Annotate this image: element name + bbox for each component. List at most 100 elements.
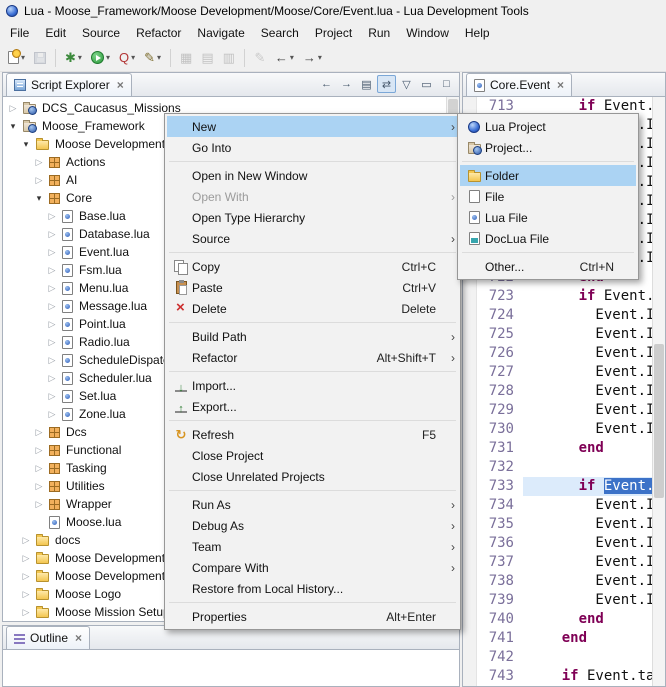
- collapse-all-icon[interactable]: ▤: [357, 75, 376, 93]
- collapsed-twistie-icon[interactable]: ▷: [46, 391, 58, 402]
- collapsed-twistie-icon[interactable]: ▷: [33, 463, 45, 474]
- annotation-ruler[interactable]: [463, 382, 477, 401]
- back-history-button[interactable]: ←▾: [271, 47, 298, 69]
- context-menu-item-delete[interactable]: DeleteDelete: [167, 298, 458, 319]
- menubar-item-edit[interactable]: Edit: [37, 24, 74, 42]
- annotation-ruler[interactable]: [463, 534, 477, 553]
- code-line[interactable]: 724 Event.IniDCSUnit = Event.initiator: [463, 306, 652, 325]
- context-menu-item-paste[interactable]: PasteCtrl+V: [167, 277, 458, 298]
- collapsed-twistie-icon[interactable]: ▷: [20, 535, 32, 546]
- collapsed-twistie-icon[interactable]: ▷: [20, 589, 32, 600]
- code-line[interactable]: 743 if Event.target ~= nil then: [463, 667, 652, 686]
- code-text[interactable]: Event.IniCategory = Unit.Category.STRUCT…: [523, 382, 652, 401]
- annotation-ruler[interactable]: [463, 629, 477, 648]
- code-text[interactable]: Event.IniTypeName = Event.IniDCSUnit:get…: [523, 401, 652, 420]
- menubar-item-refactor[interactable]: Refactor: [128, 24, 189, 42]
- submenu-item-project[interactable]: Project...: [460, 137, 636, 158]
- annotation-ruler[interactable]: [463, 306, 477, 325]
- annotation-ruler[interactable]: [463, 363, 477, 382]
- collapsed-twistie-icon[interactable]: ▷: [46, 247, 58, 258]
- collapsed-twistie-icon[interactable]: ▷: [46, 319, 58, 330]
- code-text[interactable]: if Event.target ~= nil then: [523, 667, 652, 686]
- submenu-item-lua-project[interactable]: Lua Project: [460, 116, 636, 137]
- editor-scrollbar[interactable]: [652, 97, 665, 686]
- maximize-icon[interactable]: □: [437, 75, 456, 93]
- forward-history-button[interactable]: →▾: [299, 47, 326, 69]
- collapsed-twistie-icon[interactable]: ▷: [46, 409, 58, 420]
- context-menu-item-compare-with[interactable]: Compare With›: [167, 557, 458, 578]
- code-text[interactable]: Event.IniUnitName = Event.IniDCSUnitName: [523, 344, 652, 363]
- code-text[interactable]: Event.IniDCSUnitName = Event.IniDCSUnit:…: [523, 325, 652, 344]
- code-line[interactable]: 740 end: [463, 610, 652, 629]
- collapsed-twistie-icon[interactable]: ▷: [33, 481, 45, 492]
- context-menu-item-restore-from-local-history[interactable]: Restore from Local History...: [167, 578, 458, 599]
- expanded-twistie-icon[interactable]: ▾: [33, 193, 45, 204]
- context-menu-item-open-in-new-window[interactable]: Open in New Window: [167, 165, 458, 186]
- submenu-item-other[interactable]: Other...Ctrl+N: [460, 256, 636, 277]
- context-menu-item-refresh[interactable]: RefreshF5: [167, 424, 458, 445]
- annotation-ruler[interactable]: [463, 458, 477, 477]
- annotation-ruler[interactable]: [463, 344, 477, 363]
- menubar-item-window[interactable]: Window: [398, 24, 457, 42]
- context-menu-item-import[interactable]: Import...: [167, 375, 458, 396]
- code-text[interactable]: Event.IniDCSUnit = Event.initiator: [523, 306, 652, 325]
- context-menu-item-debug-as[interactable]: Debug As›: [167, 515, 458, 536]
- code-line[interactable]: 729 Event.IniTypeName = Event.IniDCSUnit…: [463, 401, 652, 420]
- context-menu-item-build-path[interactable]: Build Path›: [167, 326, 458, 347]
- collapsed-twistie-icon[interactable]: ▷: [33, 427, 45, 438]
- annotation-ruler[interactable]: [463, 325, 477, 344]
- code-text[interactable]: Event.IniTypeName = Event.IniDCSUnit:get…: [523, 591, 652, 610]
- collapsed-twistie-icon[interactable]: ▷: [20, 571, 32, 582]
- code-line[interactable]: 726 Event.IniUnitName = Event.IniDCSUnit…: [463, 344, 652, 363]
- code-text[interactable]: if Event.IniObjectCategory == Object.Cat…: [523, 477, 652, 496]
- menubar-item-source[interactable]: Source: [74, 24, 128, 42]
- code-text[interactable]: if Event.IniObjectCategory == Object.Cat…: [523, 287, 652, 306]
- dropdown-caret-icon[interactable]: ▾: [106, 53, 110, 62]
- collapsed-twistie-icon[interactable]: ▷: [46, 211, 58, 222]
- code-line[interactable]: 727 Event.IniUnit = STATIC:FindByName( E…: [463, 363, 652, 382]
- collapsed-twistie-icon[interactable]: ▷: [46, 337, 58, 348]
- code-text[interactable]: Event.IniCargo = CARGO:FindByName( Event…: [523, 553, 652, 572]
- code-line[interactable]: 730 Event.IniCoalition = Event.IniDCSUni…: [463, 420, 652, 439]
- close-icon[interactable]: ×: [117, 78, 124, 92]
- back-icon[interactable]: ←: [317, 75, 336, 93]
- code-line[interactable]: 723 if Event.IniObjectCategory == Object…: [463, 287, 652, 306]
- debug-button[interactable]: ✱▾: [61, 47, 86, 69]
- annotation-ruler[interactable]: [463, 591, 477, 610]
- close-icon[interactable]: ×: [557, 78, 564, 92]
- code-line[interactable]: 735 Event.IniDCSUnitName = Event.IniDCSU…: [463, 515, 652, 534]
- submenu-item-file[interactable]: File: [460, 186, 636, 207]
- dropdown-caret-icon[interactable]: ▾: [290, 53, 294, 62]
- code-line[interactable]: 733 if Event.IniObjectCategory == Object…: [463, 477, 652, 496]
- annotation-ruler[interactable]: [463, 477, 477, 496]
- context-menu-item-export[interactable]: Export...: [167, 396, 458, 417]
- menubar-item-navigate[interactable]: Navigate: [189, 24, 252, 42]
- dropdown-caret-icon[interactable]: ▾: [21, 53, 25, 62]
- code-line[interactable]: 737 Event.IniCargo = CARGO:FindByName( E…: [463, 553, 652, 572]
- annotation-ruler[interactable]: [463, 667, 477, 686]
- menubar-item-search[interactable]: Search: [253, 24, 307, 42]
- annotation-ruler[interactable]: [463, 553, 477, 572]
- collapsed-twistie-icon[interactable]: ▷: [46, 229, 58, 240]
- code-text[interactable]: end: [523, 439, 652, 458]
- annotation-ruler[interactable]: [463, 610, 477, 629]
- view-menu-icon[interactable]: ▽: [397, 75, 416, 93]
- menubar-item-file[interactable]: File: [2, 24, 37, 42]
- context-menu-item-open-type-hierarchy[interactable]: Open Type Hierarchy: [167, 207, 458, 228]
- collapsed-twistie-icon[interactable]: ▷: [46, 265, 58, 276]
- collapsed-twistie-icon[interactable]: ▷: [46, 283, 58, 294]
- collapsed-twistie-icon[interactable]: ▷: [20, 607, 32, 618]
- annotation-ruler[interactable]: [463, 572, 477, 591]
- editor-scrollbar-thumb[interactable]: [654, 344, 664, 497]
- collapsed-twistie-icon[interactable]: ▷: [33, 175, 45, 186]
- code-text[interactable]: [523, 648, 652, 667]
- external-tools-button[interactable]: ✎▾: [140, 47, 165, 69]
- submenu-item-folder[interactable]: Folder: [460, 165, 636, 186]
- forward-icon[interactable]: →: [337, 75, 356, 93]
- collapsed-twistie-icon[interactable]: ▷: [46, 373, 58, 384]
- code-line[interactable]: 728 Event.IniCategory = Unit.Category.ST…: [463, 382, 652, 401]
- code-line[interactable]: 736 Event.IniUnitName = Event.IniDCSUnit…: [463, 534, 652, 553]
- expanded-twistie-icon[interactable]: ▾: [20, 139, 32, 150]
- dropdown-caret-icon[interactable]: ▾: [318, 53, 322, 62]
- context-menu-item-go-into[interactable]: Go Into: [167, 137, 458, 158]
